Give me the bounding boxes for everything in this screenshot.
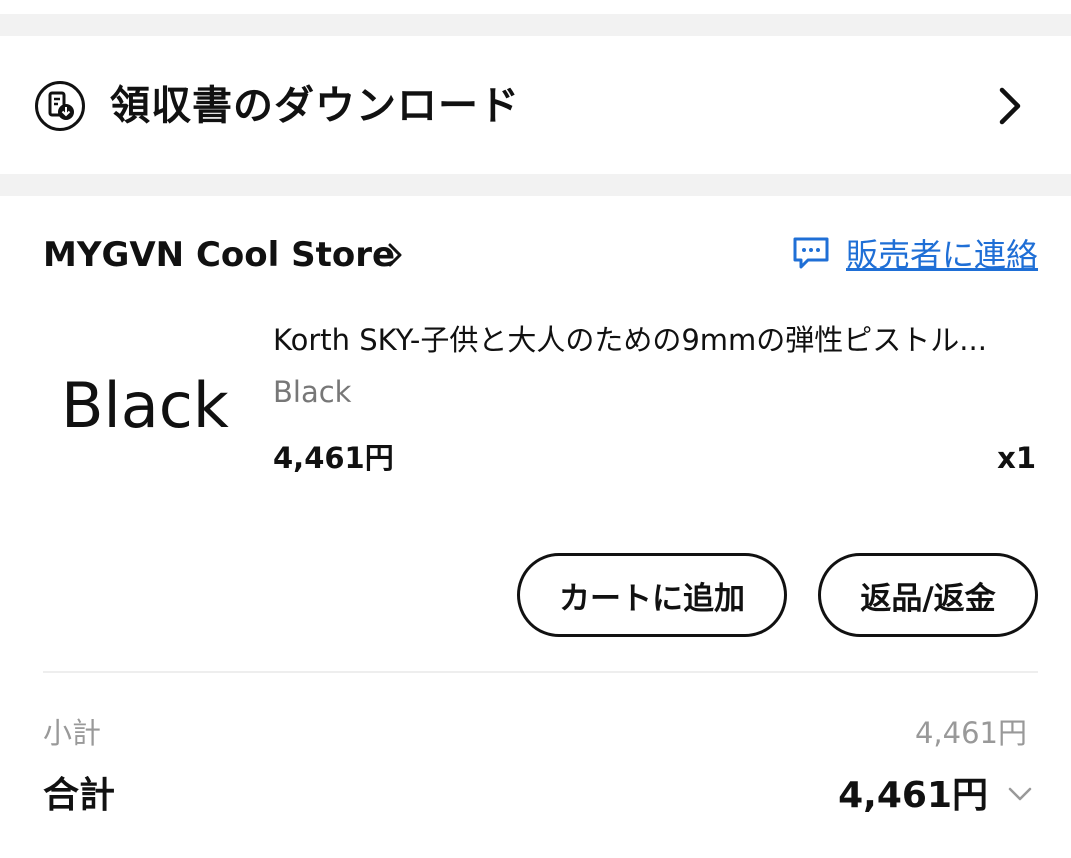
store-name-link[interactable]: MYGVN Cool Store: [43, 232, 395, 278]
section-divider: [0, 174, 1071, 196]
product-title[interactable]: Korth SKY-子供と大人のための9mmの弾性ピストル...: [273, 318, 1041, 362]
product-price: 4,461円: [273, 441, 394, 475]
section-divider: [0, 14, 1071, 36]
total-label: 合計: [43, 775, 116, 816]
receipt-download-icon: [35, 81, 85, 131]
product-thumbnail[interactable]: Black: [43, 325, 251, 515]
product-quantity: x1: [997, 441, 1036, 475]
total-value: 4,461円: [838, 775, 988, 816]
chevron-down-icon[interactable]: [1006, 782, 1034, 806]
top-spacer: [0, 0, 1071, 14]
chevron-right-icon[interactable]: [384, 240, 406, 270]
divider: [43, 671, 1038, 673]
chat-icon[interactable]: [792, 236, 830, 270]
add-to-cart-button[interactable]: カートに追加: [517, 553, 787, 637]
product-variant: Black: [273, 375, 352, 409]
subtotal-label: 小計: [43, 716, 102, 750]
receipt-download-label: 領収書のダウンロード: [110, 83, 520, 129]
return-refund-button[interactable]: 返品/返金: [818, 553, 1038, 637]
contact-seller-link[interactable]: 販売者に連絡: [846, 232, 1038, 278]
subtotal-value: 4,461円: [914, 716, 1027, 750]
thumbnail-text: Black: [61, 369, 229, 442]
chevron-right-icon: [999, 87, 1021, 125]
